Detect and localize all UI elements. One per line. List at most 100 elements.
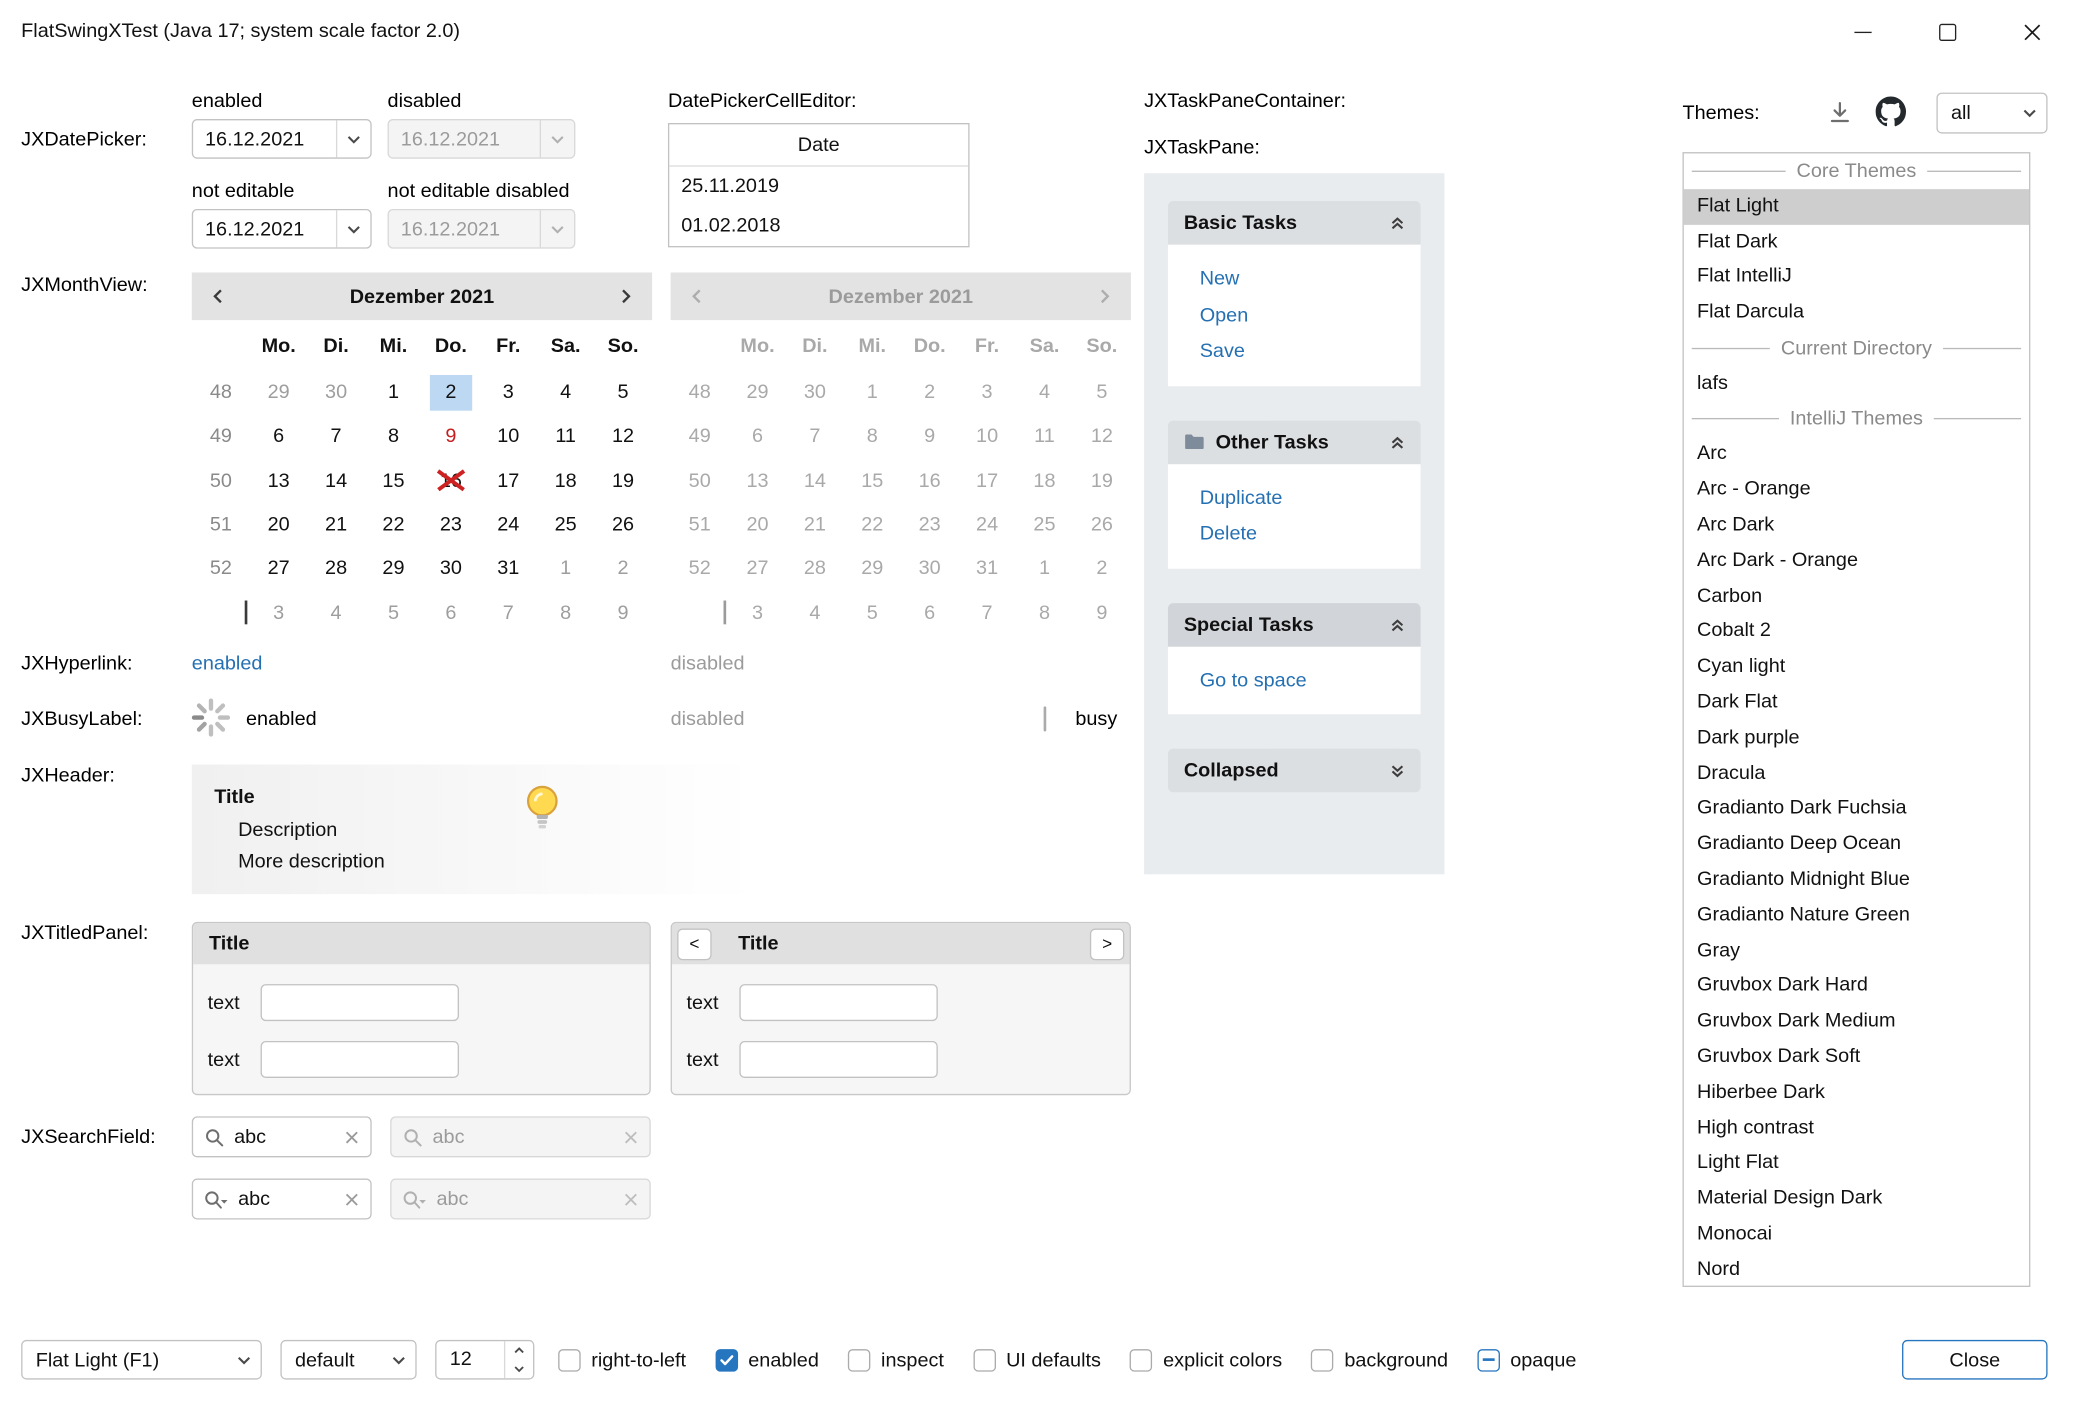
calendar-day[interactable]: 26 bbox=[594, 502, 651, 546]
taskpane-header[interactable]: Basic Tasks bbox=[1168, 201, 1421, 245]
font-combo[interactable]: default bbox=[280, 1340, 416, 1380]
calendar-day[interactable]: 25 bbox=[537, 502, 594, 546]
calendar-day[interactable]: 9 bbox=[594, 591, 651, 635]
calendar-day[interactable]: 7 bbox=[480, 591, 537, 635]
theme-item-dracula[interactable]: Dracula bbox=[1684, 756, 2029, 791]
calendar-day[interactable]: 22 bbox=[365, 502, 422, 546]
theme-item-arc-dark[interactable]: Arc Dark bbox=[1684, 508, 2029, 543]
calendar-day[interactable]: 15 bbox=[365, 458, 422, 502]
taskpane-link-go-to-space[interactable]: Go to space bbox=[1200, 662, 1408, 698]
theme-item-arc-dark-orange[interactable]: Arc Dark - Orange bbox=[1684, 543, 2029, 578]
calendar-day[interactable]: 5 bbox=[594, 370, 651, 414]
theme-item-arc-orange[interactable]: Arc - Orange bbox=[1684, 472, 2029, 507]
theme-item-arc[interactable]: Arc bbox=[1684, 437, 2029, 472]
calendar-day[interactable]: 8 bbox=[365, 414, 422, 458]
theme-item-gruvbox-dark-medium[interactable]: Gruvbox Dark Medium bbox=[1684, 1004, 2029, 1039]
theme-item-cyan-light[interactable]: Cyan light bbox=[1684, 650, 2029, 685]
taskpane-header[interactable]: Collapsed bbox=[1168, 749, 1421, 793]
download-icon[interactable] bbox=[1827, 99, 1853, 131]
chevron-double-up-icon[interactable] bbox=[1388, 614, 1408, 634]
theme-item-nord[interactable]: Nord bbox=[1684, 1252, 2029, 1287]
calendar-day[interactable]: 7 bbox=[307, 414, 364, 458]
text-input[interactable] bbox=[739, 984, 937, 1021]
taskpane-header[interactable]: Other Tasks bbox=[1168, 420, 1421, 464]
table-row[interactable]: 25.11.2019 bbox=[669, 167, 968, 207]
checkbox-right-to-left[interactable]: right-to-left bbox=[558, 1348, 686, 1370]
checkbox-opaque[interactable]: opaque bbox=[1477, 1348, 1576, 1370]
chevron-double-up-icon[interactable] bbox=[1388, 213, 1408, 233]
theme-item-gruvbox-dark-soft[interactable]: Gruvbox Dark Soft bbox=[1684, 1040, 2029, 1075]
calendar-day[interactable]: 9 bbox=[422, 414, 479, 458]
laf-combo[interactable]: Flat Light (F1) bbox=[21, 1340, 262, 1380]
calendar-day[interactable]: 2 bbox=[594, 547, 651, 591]
spinner-down-button[interactable] bbox=[505, 1360, 533, 1379]
calendar-day[interactable]: 8 bbox=[537, 591, 594, 635]
prev-button[interactable]: < bbox=[677, 928, 711, 960]
calendar-day[interactable]: 18 bbox=[537, 458, 594, 502]
taskpane-link-new[interactable]: New bbox=[1200, 261, 1408, 297]
calendar-day[interactable]: 1 bbox=[537, 547, 594, 591]
calendar-day[interactable]: 11 bbox=[537, 414, 594, 458]
taskpane-link-save[interactable]: Save bbox=[1200, 333, 1408, 369]
text-input[interactable] bbox=[261, 984, 459, 1021]
calendar-day[interactable]: 6 bbox=[250, 414, 307, 458]
calendar-day[interactable]: 1 bbox=[365, 370, 422, 414]
calendar-day[interactable]: 14 bbox=[307, 458, 364, 502]
close-button[interactable]: Close bbox=[1902, 1340, 2047, 1380]
font-size-spinner[interactable]: 12 bbox=[435, 1340, 534, 1380]
text-input[interactable] bbox=[261, 1041, 459, 1078]
theme-item-flat-intellij[interactable]: Flat IntelliJ bbox=[1684, 260, 2029, 295]
spinner-value[interactable]: 12 bbox=[436, 1341, 503, 1378]
taskpane-link-open[interactable]: Open bbox=[1200, 297, 1408, 333]
calendar-day[interactable]: 4 bbox=[307, 591, 364, 635]
theme-item-gradianto-nature-green[interactable]: Gradianto Nature Green bbox=[1684, 898, 2029, 933]
checkbox-ui-defaults[interactable]: UI defaults bbox=[973, 1348, 1101, 1370]
theme-item-dark-flat[interactable]: Dark Flat bbox=[1684, 685, 2029, 720]
themes-filter-combo[interactable]: all bbox=[1936, 93, 2047, 134]
maximize-button[interactable] bbox=[1905, 0, 1990, 63]
theme-item-flat-light[interactable]: Flat Light bbox=[1684, 189, 2029, 224]
calendar-day[interactable]: 29 bbox=[365, 547, 422, 591]
theme-item-gradianto-deep-ocean[interactable]: Gradianto Deep Ocean bbox=[1684, 827, 2029, 862]
chevron-double-up-icon[interactable] bbox=[1388, 432, 1408, 452]
taskpane-link-duplicate[interactable]: Duplicate bbox=[1200, 479, 1408, 515]
search-field-with-menu[interactable]: abc bbox=[192, 1179, 372, 1220]
calendar-day[interactable]: 10 bbox=[480, 414, 537, 458]
calendar-day[interactable]: 31 bbox=[480, 547, 537, 591]
calendar-day[interactable]: 2 bbox=[422, 370, 479, 414]
checkbox-enabled[interactable]: enabled bbox=[715, 1348, 819, 1370]
theme-item-light-flat[interactable]: Light Flat bbox=[1684, 1146, 2029, 1181]
table-header-date[interactable]: Date bbox=[669, 124, 968, 166]
theme-item-high-contrast[interactable]: High contrast bbox=[1684, 1110, 2029, 1145]
chevron-down-icon[interactable] bbox=[336, 120, 370, 157]
calendar-day[interactable]: 27 bbox=[250, 547, 307, 591]
calendar-day[interactable]: 30 bbox=[422, 547, 479, 591]
theme-item-gray[interactable]: Gray bbox=[1684, 933, 2029, 968]
calendar-day[interactable]: 28 bbox=[307, 547, 364, 591]
close-window-button[interactable] bbox=[1989, 0, 2074, 63]
search-input[interactable]: abc bbox=[234, 1126, 345, 1148]
minimize-button[interactable] bbox=[1820, 0, 1905, 63]
next-month-button[interactable] bbox=[599, 272, 652, 320]
calendar-day[interactable]: 3 bbox=[250, 591, 307, 635]
taskpane-header[interactable]: Special Tasks bbox=[1168, 602, 1421, 646]
busy-checkbox-label[interactable]: busy bbox=[1075, 708, 1117, 730]
calendar-day[interactable]: 16 bbox=[422, 458, 479, 502]
calendar-day[interactable]: 23 bbox=[422, 502, 479, 546]
calendar-day[interactable]: 20 bbox=[250, 502, 307, 546]
datepicker-enabled[interactable]: 16.12.2021 bbox=[192, 119, 372, 159]
spinner-up-button[interactable] bbox=[505, 1341, 533, 1360]
next-button[interactable]: > bbox=[1090, 928, 1124, 960]
busy-checkbox[interactable] bbox=[1044, 708, 1047, 730]
calendar-day[interactable]: 30 bbox=[307, 370, 364, 414]
datepicker-value[interactable]: 16.12.2021 bbox=[193, 128, 336, 150]
clear-icon[interactable] bbox=[345, 1192, 358, 1205]
theme-item-gruvbox-dark-hard[interactable]: Gruvbox Dark Hard bbox=[1684, 969, 2029, 1004]
calendar-day[interactable]: 24 bbox=[480, 502, 537, 546]
theme-item-carbon[interactable]: Carbon bbox=[1684, 579, 2029, 614]
datepicker-not-editable[interactable]: 16.12.2021 bbox=[192, 209, 372, 249]
calendar-day[interactable]: 13 bbox=[250, 458, 307, 502]
theme-item-gradianto-midnight-blue[interactable]: Gradianto Midnight Blue bbox=[1684, 862, 2029, 897]
search-input[interactable]: abc bbox=[238, 1188, 345, 1210]
theme-item-dark-purple[interactable]: Dark purple bbox=[1684, 721, 2029, 756]
